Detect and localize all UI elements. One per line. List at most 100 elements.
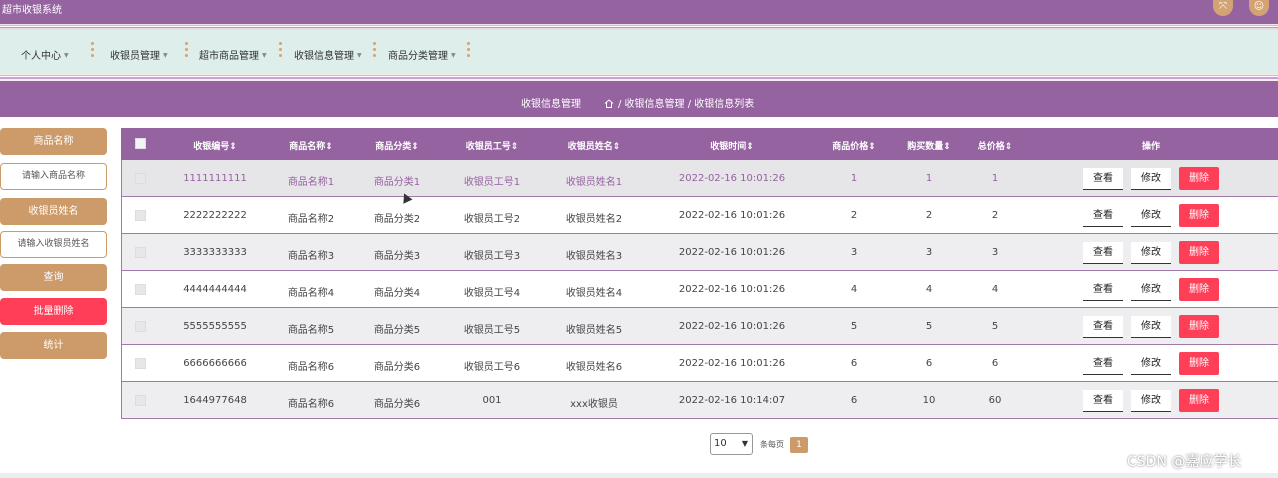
cell-cashier-id: 001 xyxy=(482,395,502,406)
top-bar: 超市收银系统 ⤧ ☺ xyxy=(0,0,1278,24)
nav-item-checkout-management[interactable]: 收银信息管理 ▼ xyxy=(294,47,362,62)
cell-checkout-id: 6666666666 xyxy=(183,358,247,369)
cell-cashier-id: 收银员工号3 xyxy=(463,251,521,262)
cashier-name-label: 收银员姓名 xyxy=(0,198,107,225)
edit-button[interactable]: 修改 xyxy=(1131,168,1171,190)
nav-item-category-management[interactable]: 商品分类管理 ▼ xyxy=(388,47,456,62)
table-row[interactable]: 2222222222 商品名称2 商品分类2 收银员工号2 收银员姓名2 2022-02-… xyxy=(121,197,1278,234)
expand-icon[interactable]: ⤧ xyxy=(1213,0,1233,16)
header-total[interactable]: 总价格⇕ xyxy=(978,139,1013,152)
table-row[interactable]: 1644977648 商品名称6 商品分类6 001 xxx收银员 2022-02-16 … xyxy=(121,382,1278,419)
view-button[interactable]: 查看 xyxy=(1083,242,1123,264)
cell-price: 5 xyxy=(850,321,858,332)
cell-checkout-id: 4444444444 xyxy=(183,284,247,295)
cell-product-name: 商品名称5 xyxy=(287,325,335,336)
header-product-category[interactable]: 商品分类⇕ xyxy=(375,139,419,152)
delete-button[interactable]: 删除 xyxy=(1179,315,1219,338)
select-all-checkbox[interactable] xyxy=(135,138,146,149)
cell-quantity: 1 xyxy=(925,173,933,184)
row-checkbox[interactable] xyxy=(135,395,146,406)
breadcrumb-text: / 收银信息管理 / 收银信息列表 xyxy=(618,99,755,110)
cell-total: 60 xyxy=(988,395,1002,406)
header-cashier-id[interactable]: 收银员工号⇕ xyxy=(466,139,519,152)
cell-product-category: 商品分类5 xyxy=(373,325,421,336)
edit-button[interactable]: 修改 xyxy=(1131,279,1171,301)
cell-cashier-name: 收银员姓名4 xyxy=(565,288,623,299)
header-checkout-time[interactable]: 收银时间⇕ xyxy=(710,139,754,152)
delete-button[interactable]: 删除 xyxy=(1179,167,1219,190)
page-size-select[interactable]: 10 ▼ xyxy=(710,433,753,455)
cell-checkout-time: 2022-02-16 10:01:26 xyxy=(678,321,786,332)
row-checkbox[interactable] xyxy=(135,284,146,295)
edit-button[interactable]: 修改 xyxy=(1131,316,1171,338)
cell-product-name: 商品名称3 xyxy=(287,251,335,262)
nav-separator xyxy=(185,42,189,60)
delete-button[interactable]: 删除 xyxy=(1179,389,1219,412)
cell-checkout-time: 2022-02-16 10:01:26 xyxy=(678,210,786,221)
nav-item-cashier-management[interactable]: 收银员管理 ▼ xyxy=(110,47,168,62)
cell-checkout-time: 2022-02-16 10:01:26 xyxy=(678,247,786,258)
breadcrumb-path[interactable]: / 收银信息管理 / 收银信息列表 xyxy=(604,95,754,110)
row-checkbox[interactable] xyxy=(135,247,146,258)
delete-button[interactable]: 删除 xyxy=(1179,352,1219,375)
cell-checkout-id: 2222222222 xyxy=(183,210,247,221)
batch-delete-button[interactable]: 批量删除 xyxy=(0,298,107,325)
delete-button[interactable]: 删除 xyxy=(1179,204,1219,227)
cell-cashier-id: 收银员工号4 xyxy=(463,288,521,299)
row-checkbox[interactable] xyxy=(135,173,146,184)
page-title: 收银信息管理 xyxy=(521,99,581,110)
home-icon[interactable] xyxy=(604,99,614,108)
table-header: 收银编号⇕ 商品名称⇕ 商品分类⇕ 收银员工号⇕ 收银员姓名⇕ 收银时间⇕ 商品… xyxy=(121,128,1278,160)
cell-checkout-time: 2022-02-16 10:01:26 xyxy=(678,358,786,369)
view-button[interactable]: 查看 xyxy=(1083,205,1123,227)
view-button[interactable]: 查看 xyxy=(1083,353,1123,375)
header-product-name[interactable]: 商品名称⇕ xyxy=(289,139,333,152)
row-checkbox[interactable] xyxy=(135,321,146,332)
nav-separator xyxy=(91,42,95,60)
cell-quantity: 5 xyxy=(925,321,933,332)
stats-button[interactable]: 统计 xyxy=(0,332,107,359)
cell-cashier-id: 收银员工号6 xyxy=(463,362,521,373)
row-checkbox[interactable] xyxy=(135,210,146,221)
edit-button[interactable]: 修改 xyxy=(1131,390,1171,412)
edit-button[interactable]: 修改 xyxy=(1131,353,1171,375)
app-title: 超市收银系统 xyxy=(2,5,62,16)
delete-button[interactable]: 删除 xyxy=(1179,241,1219,264)
delete-button[interactable]: 删除 xyxy=(1179,278,1219,301)
cell-price: 2 xyxy=(850,210,858,221)
table-row[interactable]: 1111111111 商品名称1 商品分类1 收银员工号1 收银员姓名1 2022-02-… xyxy=(121,160,1278,197)
header-checkout-id[interactable]: 收银编号⇕ xyxy=(193,139,237,152)
table-row[interactable]: 4444444444 商品名称4 商品分类4 收银员工号4 收银员姓名4 2022-02-… xyxy=(121,271,1278,308)
cell-product-category: 商品分类3 xyxy=(373,251,421,262)
header-quantity[interactable]: 购买数量⇕ xyxy=(907,139,951,152)
header-price[interactable]: 商品价格⇕ xyxy=(832,139,876,152)
nav-item-product-management[interactable]: 超市商品管理 ▼ xyxy=(199,47,267,62)
cell-product-category: 商品分类6 xyxy=(373,362,421,373)
cell-product-category: 商品分类6 xyxy=(373,399,421,410)
user-icon[interactable]: ☺ xyxy=(1249,0,1269,16)
header-cashier-name[interactable]: 收银员姓名⇕ xyxy=(568,139,621,152)
edit-button[interactable]: 修改 xyxy=(1131,242,1171,264)
cell-product-name: 商品名称1 xyxy=(287,177,335,188)
table-row[interactable]: 6666666666 商品名称6 商品分类6 收银员工号6 收银员姓名6 2022-02-… xyxy=(121,345,1278,382)
nav-item-personal-center[interactable]: 个人中心 ▼ xyxy=(21,47,69,62)
breadcrumb: 收银信息管理 / 收银信息管理 / 收银信息列表 xyxy=(0,81,1278,117)
cell-price: 1 xyxy=(850,173,858,184)
table-row[interactable]: 5555555555 商品名称5 商品分类5 收银员工号5 收银员姓名5 2022-02-… xyxy=(121,308,1278,345)
cell-cashier-name: 收银员姓名1 xyxy=(565,177,623,188)
page-number-1[interactable]: 1 xyxy=(790,437,808,453)
cell-total: 6 xyxy=(991,358,999,369)
cashier-name-input[interactable]: 请输入收银员姓名 xyxy=(0,231,107,258)
view-button[interactable]: 查看 xyxy=(1083,168,1123,190)
view-button[interactable]: 查看 xyxy=(1083,316,1123,338)
cell-product-category: 商品分类4 xyxy=(373,288,421,299)
view-button[interactable]: 查看 xyxy=(1083,390,1123,412)
edit-button[interactable]: 修改 xyxy=(1131,205,1171,227)
table-row[interactable]: 3333333333 商品名称3 商品分类3 收银员工号3 收银员姓名3 2022-02-… xyxy=(121,234,1278,271)
cell-price: 6 xyxy=(850,395,858,406)
product-name-input[interactable]: 请输入商品名称 xyxy=(0,163,107,190)
view-button[interactable]: 查看 xyxy=(1083,279,1123,301)
row-checkbox[interactable] xyxy=(135,358,146,369)
search-button[interactable]: 查询 xyxy=(0,264,107,291)
cell-product-name: 商品名称6 xyxy=(287,399,335,410)
